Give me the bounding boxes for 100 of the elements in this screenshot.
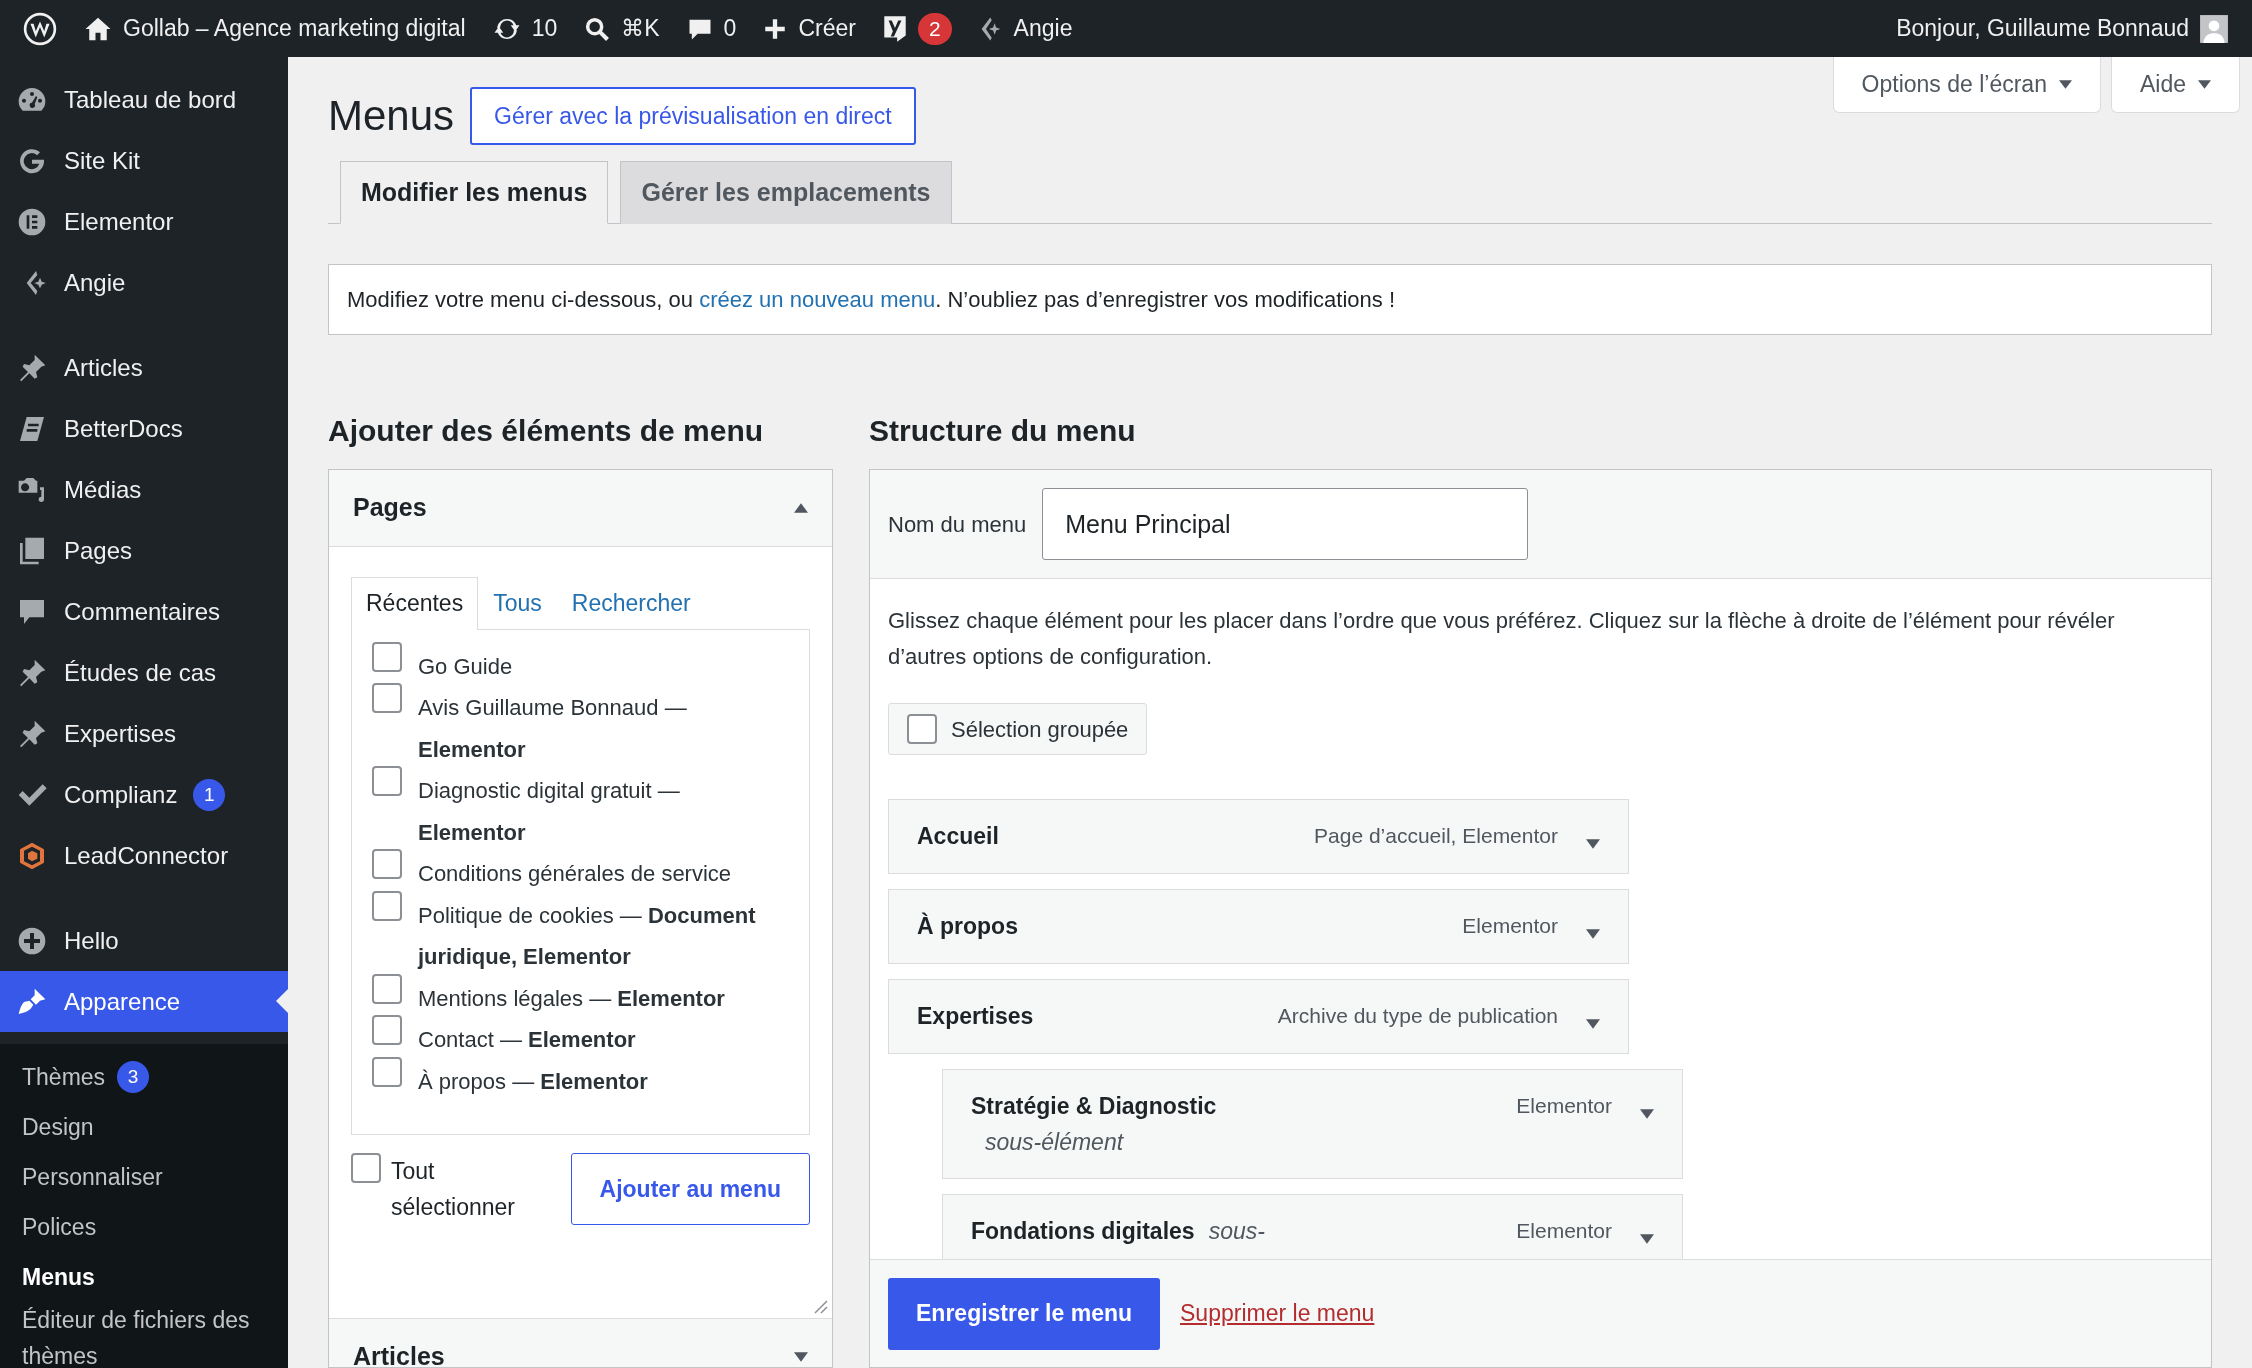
- tab[interactable]: Tous: [478, 577, 557, 629]
- updates-link[interactable]: 10: [478, 0, 571, 57]
- menu-item[interactable]: Fondations digitales sous- Elementor: [942, 1194, 1683, 1259]
- sidebar-item[interactable]: Expertises: [0, 703, 288, 764]
- tab[interactable]: Rechercher: [556, 577, 706, 629]
- save-menu-button[interactable]: Enregistrer le menu: [888, 1277, 1161, 1350]
- live-preview-button[interactable]: Gérer avec la prévisualisation en direct: [470, 87, 916, 145]
- bulk-select-control[interactable]: Sélection groupée: [888, 703, 1148, 755]
- item-type: Elementor: [1462, 913, 1558, 939]
- caret-icon[interactable]: [1586, 1017, 1600, 1030]
- submenu-item[interactable]: Thèmes 3: [0, 1052, 288, 1102]
- submenu-item[interactable]: Menus: [0, 1252, 288, 1302]
- sidebar-item[interactable]: Pages: [0, 520, 288, 581]
- item-title: À propos: [917, 913, 1018, 939]
- item-note: sous-: [1208, 1217, 1265, 1246]
- add-to-menu-button[interactable]: Ajouter au menu: [570, 1152, 810, 1225]
- instructions-text: Glissez chaque élément pour les placer dans l’ordre que vous préférez. Cliquez sur la flèche à droite de l’élément pour révéler d’autres options de configuration.: [888, 607, 2116, 671]
- tab[interactable]: Récentes: [351, 577, 479, 630]
- menu-item[interactable]: Expertises Archive du type de publication: [888, 979, 1629, 1054]
- site-link[interactable]: Gollab – Agence marketing digital: [70, 0, 479, 57]
- seo-link[interactable]: 2: [868, 0, 965, 57]
- checkbox[interactable]: [372, 849, 402, 879]
- accordion-header[interactable]: Pages: [329, 470, 832, 547]
- item-title: Fondations digitales: [971, 1218, 1195, 1244]
- notification-badge: 2: [917, 12, 952, 45]
- avatar-icon: [2199, 13, 2229, 44]
- checkbox[interactable]: [372, 683, 402, 713]
- menu-item[interactable]: Accueil Page d’accueil, Elementor: [888, 799, 1629, 874]
- item-type: Archive du type de publication: [1277, 1003, 1558, 1029]
- sidebar-item[interactable]: Angie: [0, 252, 288, 313]
- caret-icon[interactable]: [1640, 1107, 1654, 1120]
- tab[interactable]: Modifier les menus: [340, 161, 609, 224]
- new-link[interactable]: Créer: [749, 0, 869, 57]
- item-title: Stratégie & Diagnostic: [971, 1093, 1217, 1119]
- sidebar-item[interactable]: Complianz 1: [0, 764, 288, 825]
- sidebar-item[interactable]: Apparence: [0, 971, 288, 1032]
- checkbox[interactable]: [372, 1056, 402, 1087]
- checkbox[interactable]: [351, 1152, 381, 1183]
- caret-icon: [794, 502, 808, 514]
- section-heading: Ajouter des éléments de menu: [328, 413, 765, 449]
- menu-item[interactable]: Stratégie & Diagnostic sous-élément Elementor: [942, 1069, 1683, 1179]
- search-link[interactable]: ⌘K: [570, 0, 673, 57]
- sidebar-item[interactable]: LeadConnector: [0, 825, 288, 886]
- sidebar-item[interactable]: Tableau de bord: [0, 69, 288, 130]
- sidebar-item[interactable]: Médias: [0, 459, 288, 520]
- menu-item[interactable]: À propos Elementor: [888, 889, 1629, 964]
- caret-icon: [2058, 79, 2072, 90]
- screen-tab[interactable]: Options de l’écran: [1832, 57, 2101, 113]
- caret-icon[interactable]: [1640, 1232, 1654, 1245]
- tab[interactable]: Gérer les emplacements: [620, 161, 952, 224]
- screen-tab[interactable]: Aide: [2110, 57, 2240, 113]
- item-title: Accueil: [917, 823, 999, 849]
- delete-menu-link[interactable]: Supprimer le menu: [1180, 1296, 1375, 1331]
- item-type: Elementor: [1516, 1093, 1612, 1119]
- caret-icon[interactable]: [1586, 927, 1600, 940]
- item-type: Elementor: [1516, 1218, 1612, 1244]
- count-badge: 3: [117, 1061, 150, 1093]
- caret-icon: [794, 1351, 808, 1363]
- submenu-item[interactable]: Personnaliser: [0, 1152, 288, 1202]
- assistant-link[interactable]: Angie: [964, 0, 1086, 57]
- page-option: À propos — Elementor: [418, 1060, 648, 1102]
- page-option: Go Guide: [418, 645, 513, 687]
- sidebar-item[interactable]: Commentaires: [0, 581, 288, 642]
- sidebar-item[interactable]: Études de cas: [0, 642, 288, 703]
- page-option: Contact — Elementor: [418, 1019, 636, 1061]
- count-badge: 1: [193, 778, 226, 811]
- page-option: Diagnostic digital gratuit — Elementor: [418, 770, 789, 853]
- submenu-item[interactable]: Éditeur de fichiers des thèmes: [0, 1302, 288, 1368]
- checkbox[interactable]: [372, 641, 402, 672]
- sidebar-item[interactable]: Hello: [0, 910, 288, 971]
- logo-icon[interactable]: [23, 11, 57, 46]
- sidebar-item[interactable]: Elementor: [0, 191, 288, 252]
- page-option: Conditions générales de service: [418, 853, 732, 895]
- comments-link[interactable]: 0: [672, 0, 750, 57]
- item-note: sous-élément: [985, 1128, 1124, 1157]
- menu-name-field[interactable]: Menu Principal: [1042, 488, 1529, 560]
- sidebar-item[interactable]: Site Kit: [0, 130, 288, 191]
- checkbox[interactable]: [372, 766, 402, 796]
- sidebar-item[interactable]: Articles: [0, 337, 288, 398]
- item-title: Expertises: [917, 1003, 1034, 1029]
- create-menu-link[interactable]: créez un nouveau menu: [699, 287, 936, 312]
- accordion-header[interactable]: Articles: [329, 1319, 832, 1367]
- field-label: Nom du menu: [888, 510, 1027, 539]
- item-type: Page d’accueil, Elementor: [1314, 823, 1558, 849]
- checkbox[interactable]: [372, 973, 402, 1004]
- select-all-label: Tout sélectionner: [391, 1156, 515, 1222]
- sidebar-item[interactable]: BetterDocs: [0, 398, 288, 459]
- notice-text: Modifiez votre menu ci-dessous, ou créez un nouveau menu. N’oubliez pas d’enregistrer vos modifications !: [347, 287, 1395, 312]
- page-option: Mentions légales — Elementor: [418, 977, 725, 1019]
- resize-handle[interactable]: [812, 1298, 828, 1314]
- checkbox[interactable]: [907, 714, 937, 744]
- caret-icon: [2198, 79, 2211, 90]
- submenu-item[interactable]: Design: [0, 1102, 288, 1152]
- checkbox[interactable]: [372, 890, 402, 921]
- section-heading: Structure du menu: [869, 413, 1137, 449]
- caret-icon[interactable]: [1586, 837, 1600, 850]
- checkbox[interactable]: [372, 1015, 402, 1045]
- page-option: Avis Guillaume Bonnaud — Elementor: [418, 687, 789, 770]
- account-link[interactable]: Bonjour, Guillaume Bonnaud: [1883, 0, 2242, 57]
- submenu-item[interactable]: Polices: [0, 1202, 288, 1252]
